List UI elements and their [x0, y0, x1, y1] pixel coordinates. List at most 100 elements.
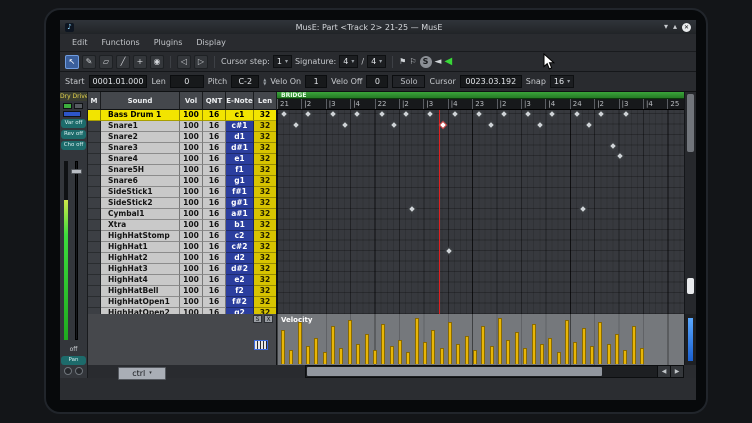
table-row[interactable]: Snare110016c#132 [88, 121, 276, 132]
velocity-bar[interactable] [423, 342, 427, 364]
timeline-ruler[interactable]: BRIDGE 21|2|3|422|2|3|423|2|3|424|2|3|42… [277, 92, 684, 110]
listen-tool[interactable]: ◉ [150, 55, 164, 69]
column-header-qnt[interactable]: QNT [203, 92, 226, 110]
line-draw-tool[interactable]: ╱ [116, 55, 130, 69]
velocity-bar[interactable] [465, 336, 469, 364]
pointer-tool[interactable]: ↖ [65, 55, 79, 69]
table-row[interactable]: HighHat410016e232 [88, 275, 276, 286]
drum-note[interactable] [524, 110, 532, 118]
solo-button[interactable]: Solo [392, 75, 425, 88]
snap-combo[interactable]: 16 ▾ [550, 75, 574, 88]
table-row[interactable]: Snare410016e132 [88, 154, 276, 165]
velocity-bar[interactable] [314, 338, 318, 364]
drum-note[interactable] [573, 110, 581, 118]
velocity-bar[interactable] [632, 326, 636, 364]
drum-note[interactable] [487, 120, 495, 128]
drum-note[interactable] [292, 120, 300, 128]
len-field[interactable]: 0 [170, 75, 204, 88]
pencil-tool[interactable]: ✎ [82, 55, 96, 69]
menu-item-functions[interactable]: Functions [96, 36, 146, 49]
velocity-bar[interactable] [573, 342, 577, 364]
eraser-tool[interactable]: ▱ [99, 55, 113, 69]
velocity-bar[interactable] [348, 320, 352, 364]
table-row[interactable]: Xtra10016b132 [88, 220, 276, 231]
title-bar[interactable]: ♪ MusE: Part <Track 2> 21-25 — MusE ▾ ▴ … [60, 20, 696, 34]
column-header-vol[interactable]: Vol [180, 92, 203, 110]
table-row[interactable]: Cymbal110016a#132 [88, 209, 276, 220]
prev-part-button[interactable]: ◁ [177, 55, 191, 69]
drum-note[interactable] [304, 110, 312, 118]
drum-note[interactable] [408, 205, 416, 213]
velocity-bar[interactable] [356, 344, 360, 364]
table-row[interactable]: HighHatOpen110016f#232 [88, 297, 276, 308]
table-row[interactable]: HighHatStomp10016c232 [88, 231, 276, 242]
velocity-bar[interactable] [498, 318, 502, 364]
drum-note[interactable] [579, 205, 587, 213]
column-header-len[interactable]: Len [254, 92, 277, 110]
send-knob-var[interactable]: Var off [61, 119, 86, 128]
splitter-grip[interactable] [687, 278, 694, 294]
velocity-bar[interactable] [323, 352, 327, 364]
pitch-field[interactable]: C-2 [231, 75, 259, 88]
velocity-bars[interactable]: Velocity [277, 314, 684, 365]
menu-item-display[interactable]: Display [190, 36, 232, 49]
velocity-bar[interactable] [623, 350, 627, 364]
velocity-bar[interactable] [506, 340, 510, 364]
signature-num-combo[interactable]: 4 ▾ [339, 55, 358, 68]
maximize-icon[interactable]: ▴ [673, 22, 677, 32]
drum-note[interactable] [353, 110, 361, 118]
scroll-left-icon[interactable]: ◀ [657, 366, 670, 377]
part-marker-bar[interactable]: BRIDGE [277, 92, 684, 99]
horizontal-scrollbar-track[interactable] [306, 366, 657, 377]
signature-den-combo[interactable]: 4 ▾ [367, 55, 386, 68]
send-knob-rev[interactable]: Rev off [61, 130, 86, 139]
table-row[interactable]: HighHatBell10016f232 [88, 286, 276, 297]
drum-note[interactable] [341, 120, 349, 128]
pitch-spinner[interactable]: ▲▼ [263, 78, 266, 86]
volume-slider-track[interactable] [75, 161, 78, 340]
velocity-bar[interactable] [481, 326, 485, 364]
drum-note[interactable] [615, 152, 623, 160]
column-header-sound[interactable]: Sound [101, 92, 180, 110]
velocity-bar[interactable] [515, 332, 519, 364]
note-grid[interactable] [277, 110, 684, 314]
velo-on-field[interactable]: 1 [305, 75, 327, 88]
drum-note[interactable] [548, 110, 556, 118]
velocity-bar[interactable] [306, 346, 310, 364]
velocity-bar[interactable] [339, 348, 343, 364]
menu-item-plugins[interactable]: Plugins [148, 36, 189, 49]
drum-note[interactable] [451, 110, 459, 118]
velocity-bar[interactable] [548, 338, 552, 364]
velocity-bar[interactable] [289, 350, 293, 364]
column-header-e-note[interactable]: E-Note [226, 92, 254, 110]
velocity-bar[interactable] [390, 346, 394, 364]
velocity-bar[interactable] [532, 324, 536, 364]
velocity-bar[interactable] [456, 344, 460, 364]
next-part-button[interactable]: ▷ [194, 55, 208, 69]
velocity-bar[interactable] [640, 348, 644, 364]
column-header-m[interactable]: M [88, 92, 101, 110]
ctrl-selector-button[interactable]: ctrl ▾ [118, 367, 166, 380]
vertical-scrollbar[interactable] [684, 92, 696, 314]
track-name-label[interactable]: Dry Drivel [60, 92, 87, 101]
velocity-scrollbar[interactable] [684, 314, 696, 365]
velocity-bar[interactable] [398, 340, 402, 364]
velocity-bar[interactable] [473, 350, 477, 364]
velocity-bar[interactable] [381, 324, 385, 364]
velocity-bar[interactable] [607, 344, 611, 364]
drum-note[interactable] [444, 247, 452, 255]
velocity-bar[interactable] [448, 322, 452, 364]
table-row[interactable]: Snare310016d#132 [88, 143, 276, 154]
drum-note[interactable] [402, 110, 410, 118]
config-icon[interactable] [75, 367, 83, 375]
velocity-bar[interactable] [415, 318, 419, 364]
velocity-bar[interactable] [281, 330, 285, 364]
velocity-scrollbar-thumb[interactable] [688, 318, 693, 361]
drum-note[interactable] [426, 110, 434, 118]
drum-note[interactable] [536, 120, 544, 128]
step-record-badge[interactable]: S [420, 56, 432, 68]
velocity-bar[interactable] [373, 350, 377, 364]
send-knob-cho[interactable]: Cho off [61, 141, 86, 150]
drum-note[interactable] [390, 120, 398, 128]
velocity-bar[interactable] [431, 330, 435, 364]
